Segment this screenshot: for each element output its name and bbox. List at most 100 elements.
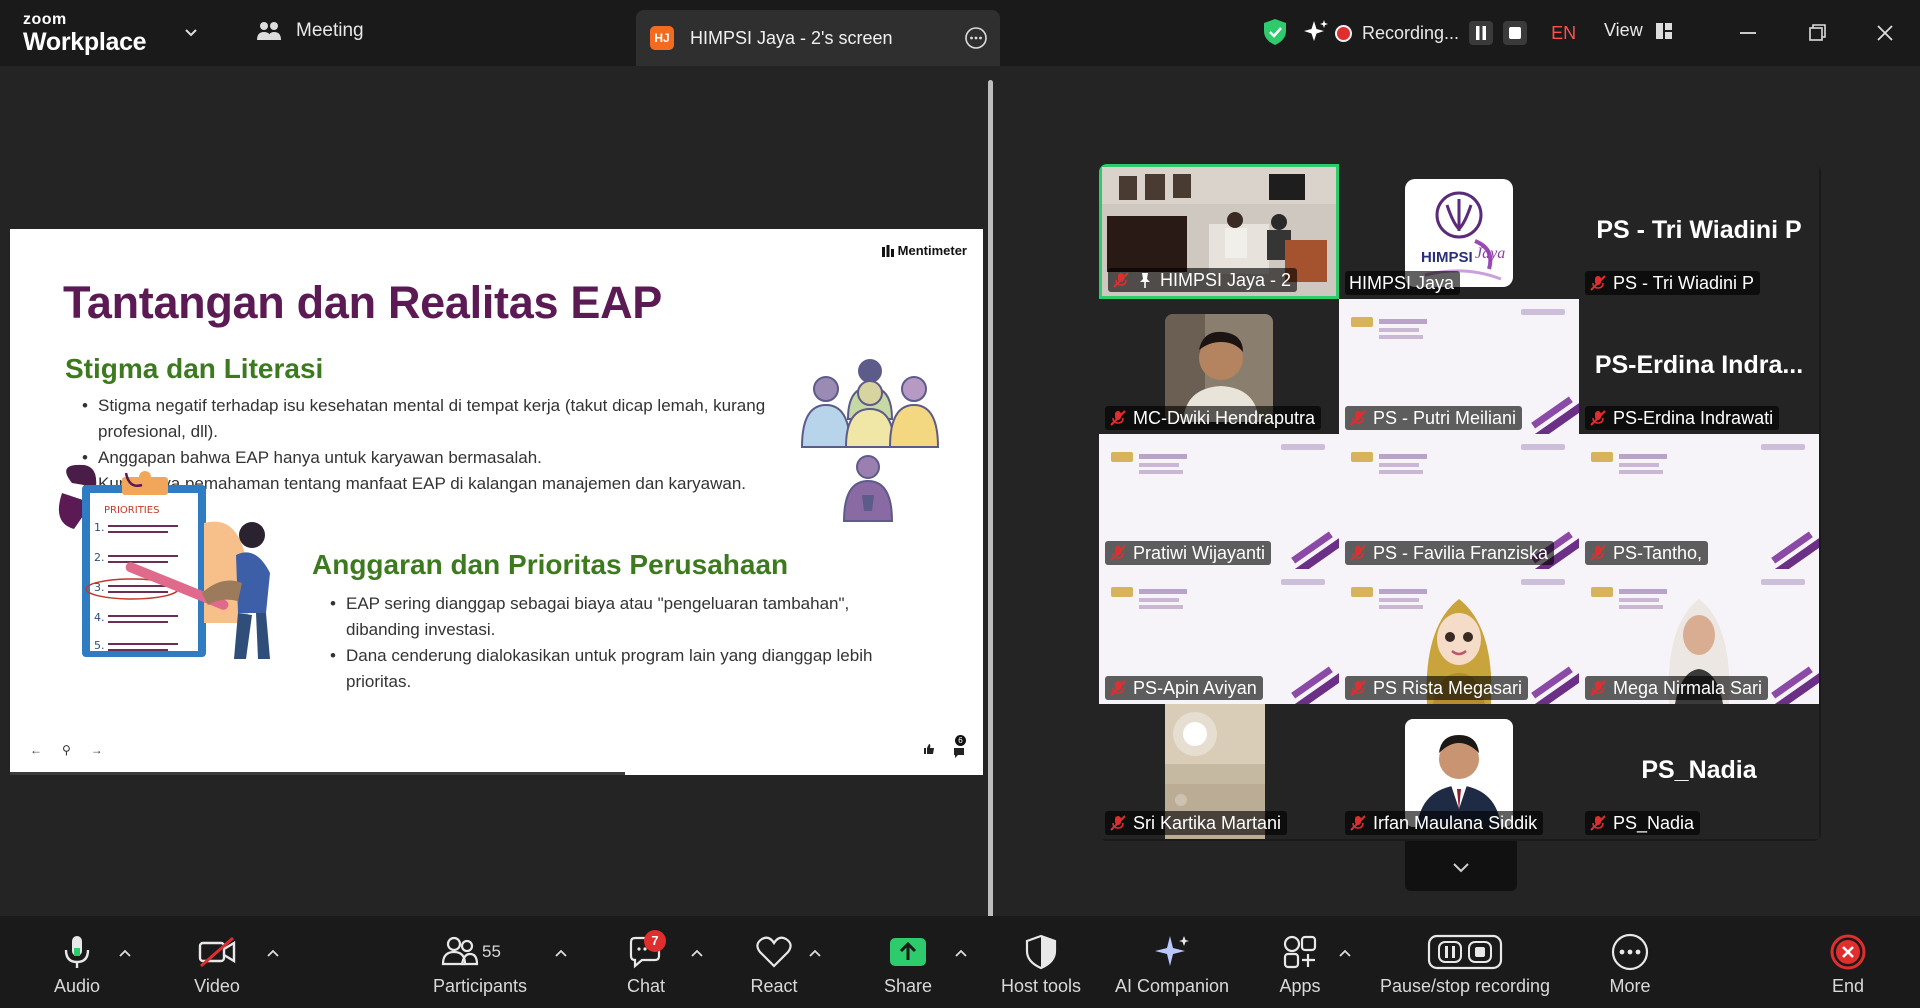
end-label: End bbox=[1831, 976, 1865, 996]
caret-up-icon[interactable] bbox=[954, 946, 968, 960]
language-indicator[interactable]: EN bbox=[1551, 23, 1576, 44]
tab-shared-screen-label: HIMPSI Jaya - 2's screen bbox=[690, 28, 893, 48]
slide-reactions: 6 bbox=[923, 735, 969, 759]
video-tile[interactable]: Mega Nirmala Sari bbox=[1579, 569, 1819, 704]
shield-icon bbox=[1025, 934, 1057, 970]
pin-button[interactable]: ⚲ bbox=[62, 743, 71, 757]
mic-muted-icon bbox=[1350, 815, 1366, 831]
pin-icon bbox=[1140, 273, 1150, 288]
participant-name-label: PS - Tri Wiadini P bbox=[1613, 272, 1755, 293]
participant-name-label: HIMPSI Jaya bbox=[1349, 272, 1455, 293]
participant-name-label: Irfan Maulana Siddik bbox=[1373, 812, 1538, 833]
video-tile[interactable]: PS - Favilia Franziska bbox=[1339, 434, 1579, 569]
prev-slide-button[interactable]: ← bbox=[30, 743, 42, 757]
tab-meeting-label: Meeting bbox=[296, 20, 364, 41]
next-slide-button[interactable]: → bbox=[91, 743, 103, 757]
tab-meeting[interactable]: Meeting bbox=[256, 20, 364, 42]
audio-button[interactable]: Audio bbox=[42, 916, 112, 1008]
layout-grid-icon bbox=[1655, 22, 1672, 39]
pause-recording-button[interactable] bbox=[1469, 21, 1494, 45]
mic-muted-icon bbox=[1590, 275, 1606, 291]
bullet-item: Dana cenderung dialokasikan untuk progra… bbox=[328, 643, 928, 695]
mentimeter-logo-icon bbox=[881, 244, 894, 257]
restore-icon[interactable] bbox=[1802, 18, 1832, 48]
caret-up-icon[interactable] bbox=[118, 946, 132, 960]
apps-label: Apps bbox=[1279, 976, 1321, 996]
participant-gallery: HIMPSI Jaya - 2 HIMPSI Jaya HIMPSI Jaya … bbox=[1099, 164, 1821, 841]
more-button[interactable]: More bbox=[1600, 916, 1660, 1008]
minimize-icon[interactable] bbox=[1733, 18, 1763, 48]
gallery-next-page-button[interactable] bbox=[1405, 841, 1517, 891]
video-tile[interactable]: Pratiwi Wijayanti bbox=[1099, 434, 1339, 569]
ai-companion-label: AI Companion bbox=[1114, 976, 1230, 996]
participant-name-label: MC-Dwiki Hendraputra bbox=[1133, 407, 1316, 428]
ai-companion-sparkle-icon bbox=[1155, 936, 1189, 966]
video-tile[interactable]: PS-Tantho, bbox=[1579, 434, 1819, 569]
slide-progress-bar bbox=[10, 772, 625, 775]
participants-button[interactable]: 55 Participants bbox=[430, 916, 530, 1008]
caret-up-icon[interactable] bbox=[554, 946, 568, 960]
tab-shared-screen[interactable]: HJ HIMPSI Jaya - 2's screen bbox=[636, 10, 1000, 66]
shield-check-icon[interactable] bbox=[1262, 18, 1288, 46]
chevron-down-icon bbox=[1453, 863, 1469, 873]
caret-up-icon[interactable] bbox=[1338, 946, 1352, 960]
participant-name-label: PS Rista Megasari bbox=[1373, 677, 1523, 698]
participant-name-label: PS-Apin Aviyan bbox=[1133, 677, 1257, 698]
view-button[interactable]: View bbox=[1604, 20, 1673, 41]
apps-button[interactable]: Apps bbox=[1270, 916, 1330, 1008]
video-tile[interactable]: PS_Nadia PS_Nadia bbox=[1579, 704, 1819, 839]
caret-up-icon[interactable] bbox=[266, 946, 280, 960]
video-tile[interactable]: PS-Erdina Indra... PS-Erdina Indrawati bbox=[1579, 299, 1819, 434]
video-tile[interactable]: Sri Kartika Martani bbox=[1099, 704, 1339, 839]
caret-up-icon[interactable] bbox=[808, 946, 822, 960]
video-tile[interactable]: PS Rista Megasari bbox=[1339, 569, 1579, 704]
priority-number: 4. bbox=[94, 611, 105, 624]
participant-name-label: Sri Kartika Martani bbox=[1133, 812, 1282, 833]
comments-indicator[interactable]: 6 bbox=[953, 735, 969, 759]
chevron-down-icon[interactable] bbox=[183, 24, 199, 40]
thumbs-up-icon[interactable] bbox=[923, 743, 935, 755]
host-tools-label: Host tools bbox=[1000, 976, 1082, 996]
video-tile[interactable]: PS-Apin Aviyan bbox=[1099, 569, 1339, 704]
ai-companion-button[interactable]: AI Companion bbox=[1112, 916, 1232, 1008]
apps-icon bbox=[1283, 935, 1317, 969]
participant-name-label: PS_Nadia bbox=[1613, 812, 1695, 833]
video-off-icon bbox=[198, 936, 236, 968]
share-button[interactable]: Share bbox=[878, 916, 938, 1008]
participant-big-name: PS-Erdina Indra... bbox=[1594, 351, 1804, 379]
video-tile[interactable]: HIMPSI Jaya HIMPSI Jaya bbox=[1339, 164, 1579, 299]
recording-dot-icon bbox=[1335, 24, 1352, 42]
split-divider-handle[interactable] bbox=[988, 80, 993, 920]
end-call-icon bbox=[1830, 934, 1866, 970]
mic-muted-icon bbox=[1590, 815, 1606, 831]
ai-sparkle-icon[interactable] bbox=[1302, 18, 1330, 46]
video-tile[interactable]: MC-Dwiki Hendraputra bbox=[1099, 299, 1339, 434]
video-tile[interactable]: HIMPSI Jaya - 2 bbox=[1099, 164, 1339, 299]
video-tile[interactable]: PS - Tri Wiadini P PS - Tri Wiadini P bbox=[1579, 164, 1819, 299]
pause-stop-recording-button[interactable]: Pause/stop recording bbox=[1372, 916, 1558, 1008]
host-tools-button[interactable]: Host tools bbox=[996, 916, 1086, 1008]
end-meeting-button[interactable]: End bbox=[1818, 916, 1878, 1008]
microphone-icon bbox=[64, 936, 90, 968]
more-options-icon[interactable] bbox=[964, 26, 988, 50]
mic-muted-icon bbox=[1113, 272, 1129, 288]
video-tile[interactable]: PS - Putri Meiliani bbox=[1339, 299, 1579, 434]
video-button[interactable]: Video bbox=[182, 916, 252, 1008]
close-icon[interactable] bbox=[1870, 18, 1900, 48]
audio-label: Audio bbox=[53, 976, 101, 996]
chat-label: Chat bbox=[626, 976, 666, 996]
participant-name: PS-Tantho, bbox=[1585, 541, 1709, 565]
chat-button[interactable]: 7 Chat bbox=[618, 916, 674, 1008]
stop-recording-button[interactable] bbox=[1503, 21, 1528, 45]
participant-name-label: Mega Nirmala Sari bbox=[1613, 677, 1763, 698]
participant-name: PS-Apin Aviyan bbox=[1105, 676, 1263, 700]
people-group-illustration bbox=[800, 359, 940, 522]
himpsi-logo-script: Jaya bbox=[1475, 245, 1506, 262]
participant-name: PS - Tri Wiadini P bbox=[1585, 271, 1761, 295]
react-label: React bbox=[750, 976, 798, 996]
section-heading-stigma: Stigma dan Literasi bbox=[65, 353, 324, 384]
react-button[interactable]: React bbox=[744, 916, 804, 1008]
caret-up-icon[interactable] bbox=[690, 946, 704, 960]
video-tile[interactable]: Irfan Maulana Siddik bbox=[1339, 704, 1579, 839]
participants-count: 55 bbox=[482, 942, 501, 961]
